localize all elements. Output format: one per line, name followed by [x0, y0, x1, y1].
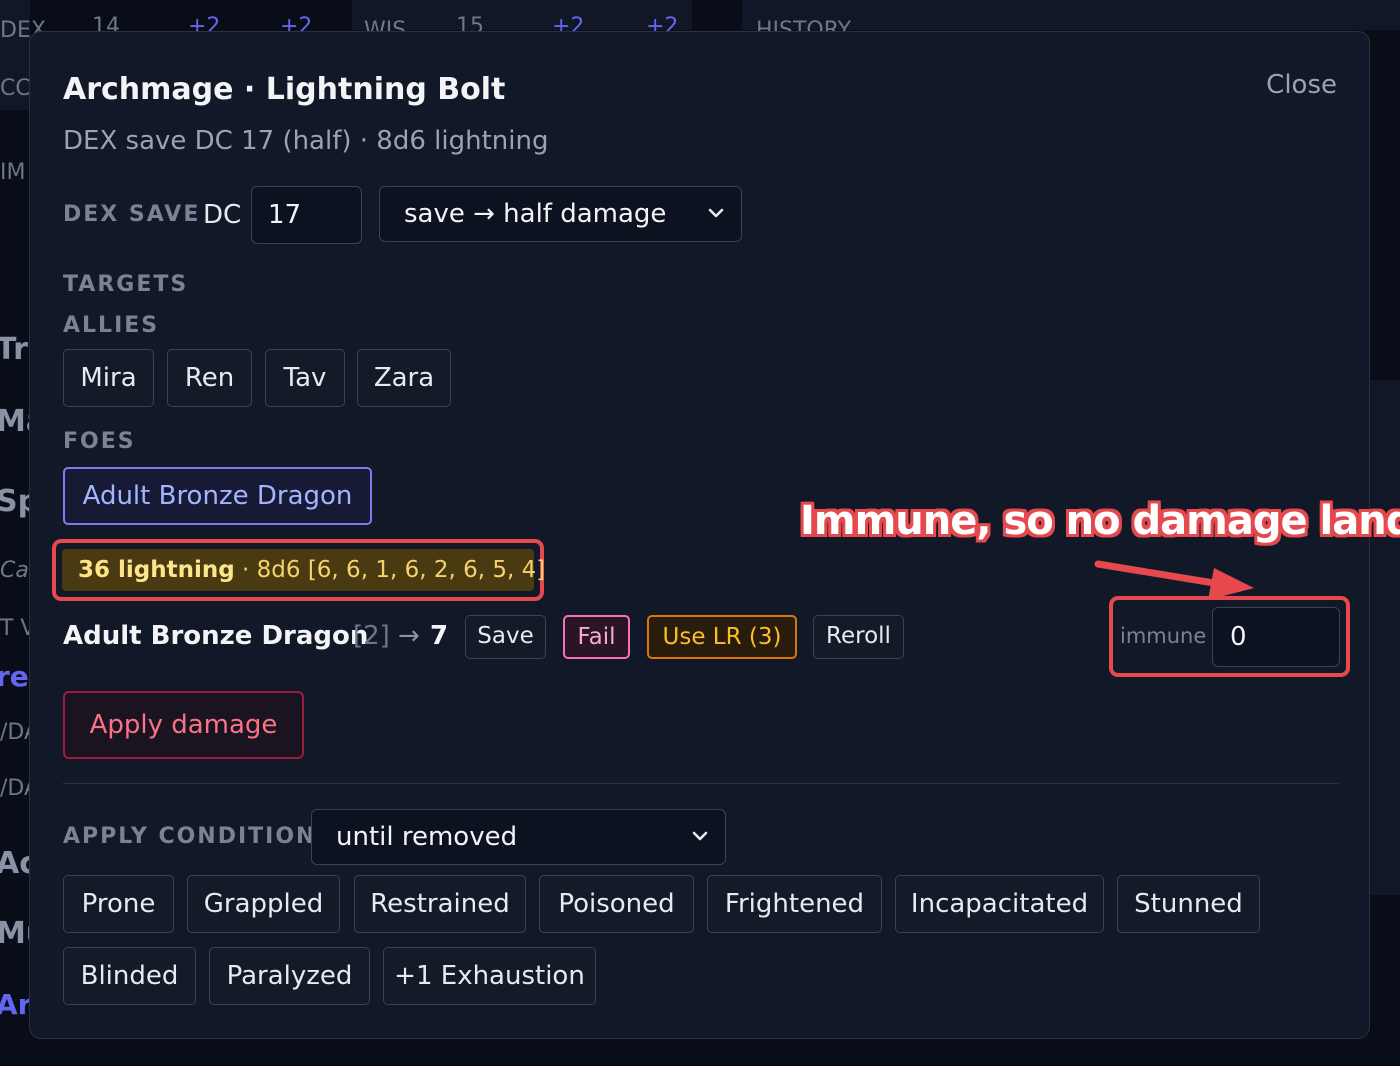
save-total: 7 [430, 621, 449, 651]
condition-paralyzed-button[interactable]: Paralyzed [209, 947, 370, 1005]
bg-stat-label: CC [0, 76, 31, 101]
bg-side-link: re [0, 660, 29, 693]
condition-duration-value: until removed [336, 822, 518, 852]
allies-label: ALLIES [63, 313, 160, 338]
foe-chip-adult-bronze-dragon[interactable]: Adult Bronze Dragon [63, 467, 372, 525]
condition-poisoned-button[interactable]: Poisoned [539, 875, 694, 933]
targets-label: TARGETS [63, 272, 189, 297]
dc-label: DC [203, 200, 242, 230]
fail-button[interactable]: Fail [563, 615, 630, 659]
ally-chip-tav[interactable]: Tav [265, 349, 345, 407]
damage-amount-input[interactable]: 0 [1212, 607, 1340, 667]
save-mode-select[interactable]: save → half damage [379, 186, 742, 242]
chevron-down-icon [707, 187, 725, 263]
ally-chip-zara[interactable]: Zara [357, 349, 451, 407]
condition-stunned-button[interactable]: Stunned [1117, 875, 1260, 933]
bg-side-panel [1370, 380, 1400, 895]
damage-roll-result: 36 lightning · 8d6 [6, 6, 1, 6, 2, 6, 5,… [62, 549, 545, 591]
bg-side-label: IM [0, 160, 26, 185]
modal-title: Archmage · Lightning Bolt [63, 72, 506, 107]
use-legendary-resistance-button[interactable]: Use LR (3) [647, 615, 797, 659]
condition-prone-button[interactable]: Prone [63, 875, 174, 933]
target-name: Adult Bronze Dragon [63, 621, 369, 651]
spell-modal: Archmage · Lightning Bolt Close DEX save… [29, 31, 1400, 1039]
modal-subtitle: DEX save DC 17 (half) · 8d6 lightning [63, 126, 549, 156]
chevron-down-icon [691, 810, 709, 886]
arrow-right-icon: → [398, 621, 420, 651]
damage-dice-detail: · 8d6 [6, 6, 1, 6, 2, 6, 5, 4] [234, 557, 546, 583]
ally-chip-mira[interactable]: Mira [63, 349, 154, 407]
damage-total: 36 lightning [78, 557, 235, 583]
condition-duration-select[interactable]: until removed [311, 809, 726, 865]
ally-chip-ren[interactable]: Ren [167, 349, 252, 407]
save-label: DEX SAVE [63, 202, 201, 227]
condition-grappled-button[interactable]: Grappled [187, 875, 340, 933]
condition-frightened-button[interactable]: Frightened [707, 875, 882, 933]
save-button[interactable]: Save [465, 615, 546, 659]
condition-blinded-button[interactable]: Blinded [63, 947, 196, 1005]
reroll-button[interactable]: Reroll [813, 615, 904, 659]
immune-label: immune [1120, 624, 1207, 648]
damage-roll-highlight: 36 lightning · 8d6 [6, 6, 1, 6, 2, 6, 5,… [52, 539, 545, 601]
dc-input[interactable]: 17 [251, 186, 362, 244]
condition-incapacitated-button[interactable]: Incapacitated [895, 875, 1104, 933]
apply-damage-button[interactable]: Apply damage [63, 691, 304, 759]
close-button[interactable]: Close [1266, 70, 1337, 100]
foes-label: FOES [63, 429, 136, 454]
immune-highlight: immune 0 [1109, 596, 1350, 677]
save-roll: [2] [353, 621, 390, 651]
condition-exhaustion-button[interactable]: +1 Exhaustion [383, 947, 596, 1005]
annotation-text: Immune, so no damage lands [800, 498, 1400, 544]
save-mode-value: save → half damage [404, 199, 667, 229]
section-divider [63, 783, 1339, 784]
apply-condition-label: APPLY CONDITION [63, 824, 317, 849]
condition-restrained-button[interactable]: Restrained [354, 875, 526, 933]
